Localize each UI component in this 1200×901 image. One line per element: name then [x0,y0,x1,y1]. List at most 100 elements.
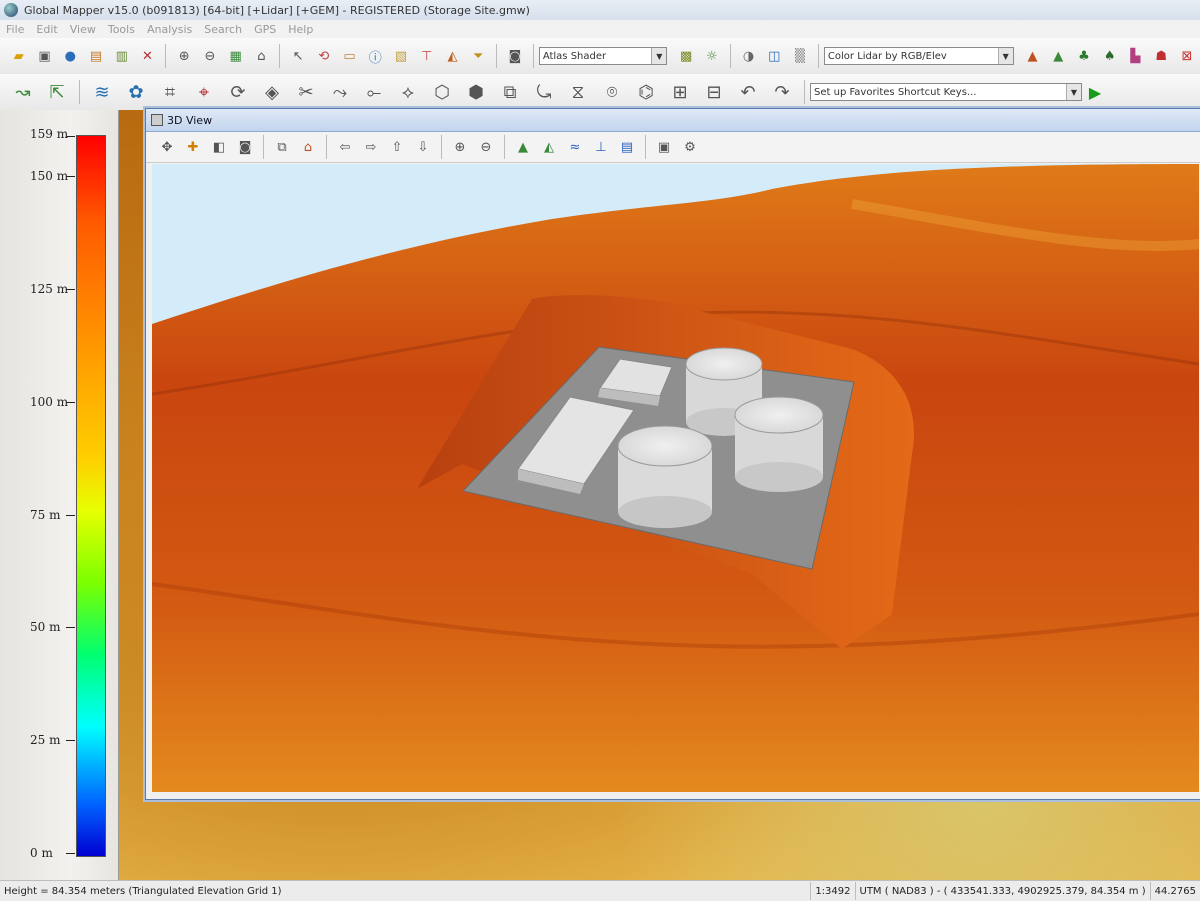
edit-move-icon[interactable]: ⟳ [222,76,254,108]
home-icon[interactable]: ⌂ [296,135,320,159]
edit-smooth-icon[interactable]: ⤿ [528,76,560,108]
layers-icon[interactable]: ▤ [615,135,639,159]
chevron-down-icon[interactable]: ▼ [651,48,667,64]
edit-union-icon[interactable]: ⧉ [494,76,526,108]
filter-icon[interactable]: ⏷ [466,44,490,68]
pan-icon[interactable]: ✥ [155,135,179,159]
digitize-icon[interactable]: ⟲ [312,44,336,68]
favorites-shortcut-select[interactable]: Set up Favorites Shortcut Keys... ▼ [810,83,1082,101]
toolbar-separator [165,44,167,68]
save-icon[interactable]: ▣ [652,135,676,159]
zoom-box-icon[interactable]: ◧ [207,135,231,159]
arrow-down-icon[interactable]: ⇩ [411,135,435,159]
edit-attr-icon[interactable]: ⊞ [664,76,696,108]
arrow-right-icon[interactable]: ⇨ [359,135,383,159]
edit-hole-icon[interactable]: ⌾ [596,76,628,108]
terrain-shaded-icon[interactable]: ◭ [537,135,561,159]
lidar-class-icon[interactable]: ▲ [1046,44,1070,68]
run-play-icon[interactable]: ▶ [1083,80,1107,104]
edit-simplify-icon[interactable]: ⧖ [562,76,594,108]
water-icon[interactable]: ≈ [563,135,587,159]
zoom-out-icon[interactable]: ⊖ [474,135,498,159]
move-icon[interactable]: ✚ [181,135,205,159]
legend-label: 150 m [30,169,69,183]
measure-icon[interactable]: ▭ [338,44,362,68]
3d-scene[interactable] [152,164,1199,792]
menu-help[interactable]: Help [282,23,319,36]
shader-select[interactable]: Atlas Shader ▼ [538,47,668,65]
binoculars-icon[interactable]: ◙ [233,135,257,159]
chevron-down-icon[interactable]: ▼ [1066,84,1081,100]
toolbar-separator [532,44,534,68]
select-icon[interactable]: ↖ [286,44,310,68]
lidar-tree-icon[interactable]: ♠ [1098,44,1122,68]
tools-icon[interactable]: ✕ [136,44,160,68]
image-icon[interactable]: ▧ [389,44,413,68]
edit-undo-icon[interactable]: ↶ [732,76,764,108]
copy-icon[interactable]: ⧉ [270,135,294,159]
layer-icon[interactable]: ▥ [110,44,134,68]
zoom-layer-icon[interactable]: ▦ [224,44,248,68]
lidar-filter-icon[interactable]: ⊠ [1175,44,1199,68]
feature-icon-2[interactable]: ✿ [120,76,152,108]
digitize-line-icon[interactable]: ↝ [7,76,39,108]
3d-view-icon[interactable]: ◫ [762,44,786,68]
lidar-ground-icon[interactable]: ▲ [1021,44,1045,68]
digitize-area-icon[interactable]: ⇱ [41,76,73,108]
map-icon[interactable]: ▤ [84,44,108,68]
window-title: Global Mapper v15.0 (b091813) [64-bit] [… [24,3,530,17]
menu-edit[interactable]: Edit [30,23,63,36]
vertical-icon[interactable]: ⊥ [589,135,613,159]
toolbar-separator [645,135,646,159]
legend-label: 100 m [30,395,69,409]
edit-join-icon[interactable]: ⤳ [324,76,356,108]
settings-icon[interactable]: ⚙ [678,135,702,159]
lidar-color-select[interactable]: Color Lidar by RGB/Elev ▼ [823,47,1014,65]
shader-light-icon[interactable]: ☼ [700,44,724,68]
menu-tools[interactable]: Tools [102,23,141,36]
lidar-people-icon[interactable]: ☗ [1149,44,1173,68]
3d-terrain-canvas[interactable] [152,164,1199,792]
3d-view-title-bar[interactable]: 3D View [146,109,1200,132]
3d-view-window[interactable]: 3D View ✥ ✚ ◧ ◙ ⧉ ⌂ ⇦ ⇨ ⇧ ⇩ ⊕ ⊖ ▲ ◭ ≈ ⊥ … [145,108,1200,800]
path-profile-icon[interactable]: ⊤ [415,44,439,68]
toolbar-separator [804,80,805,104]
edit-shape-icon[interactable]: ⌖ [188,76,220,108]
zoom-in-icon[interactable]: ⊕ [448,135,472,159]
edit-delete-icon[interactable]: ⊟ [698,76,730,108]
chevron-down-icon[interactable]: ▼ [997,48,1013,64]
globe-icon[interactable]: ● [58,44,82,68]
save-icon[interactable]: ▣ [33,44,57,68]
lidar-vegetation-icon[interactable]: ♣ [1072,44,1096,68]
info-icon[interactable]: ⓘ [363,44,387,68]
menu-view[interactable]: View [64,23,102,36]
edit-reshape-icon[interactable]: ⟜ [358,76,390,108]
shader-options-icon[interactable]: ▩ [674,44,698,68]
edit-vertex-icon[interactable]: ⌗ [154,76,186,108]
edit-buffer-icon[interactable]: ⟡ [392,76,424,108]
open-folder-icon[interactable]: ▰ [7,44,31,68]
menu-gps[interactable]: GPS [248,23,282,36]
menu-search[interactable]: Search [198,23,248,36]
edit-split-icon[interactable]: ✂ [290,76,322,108]
contrast-icon[interactable]: ◑ [737,44,761,68]
edit-coords-icon[interactable]: ⌬ [630,76,662,108]
arrow-left-icon[interactable]: ⇦ [333,135,357,159]
zoom-in-icon[interactable]: ⊕ [172,44,196,68]
edit-redo-icon[interactable]: ↷ [766,76,798,108]
home-icon[interactable]: ⌂ [250,44,274,68]
terrain-icon[interactable]: ▲ [511,135,535,159]
edit-crop-icon[interactable]: ⬡ [426,76,458,108]
grid-icon[interactable]: ▒ [788,44,812,68]
view-shed-icon[interactable]: ◭ [441,44,465,68]
edit-intersect-icon[interactable]: ⬢ [460,76,492,108]
lidar-color-select-value: Color Lidar by RGB/Elev [827,50,947,62]
edit-rotate-icon[interactable]: ◈ [256,76,288,108]
arrow-up-icon[interactable]: ⇧ [385,135,409,159]
menu-file[interactable]: File [0,23,30,36]
zoom-out-icon[interactable]: ⊖ [198,44,222,68]
binoculars-icon[interactable]: ◙ [503,44,527,68]
menu-analysis[interactable]: Analysis [141,23,198,36]
lidar-building-icon[interactable]: ▙ [1124,44,1148,68]
feature-icon-1[interactable]: ≋ [86,76,118,108]
